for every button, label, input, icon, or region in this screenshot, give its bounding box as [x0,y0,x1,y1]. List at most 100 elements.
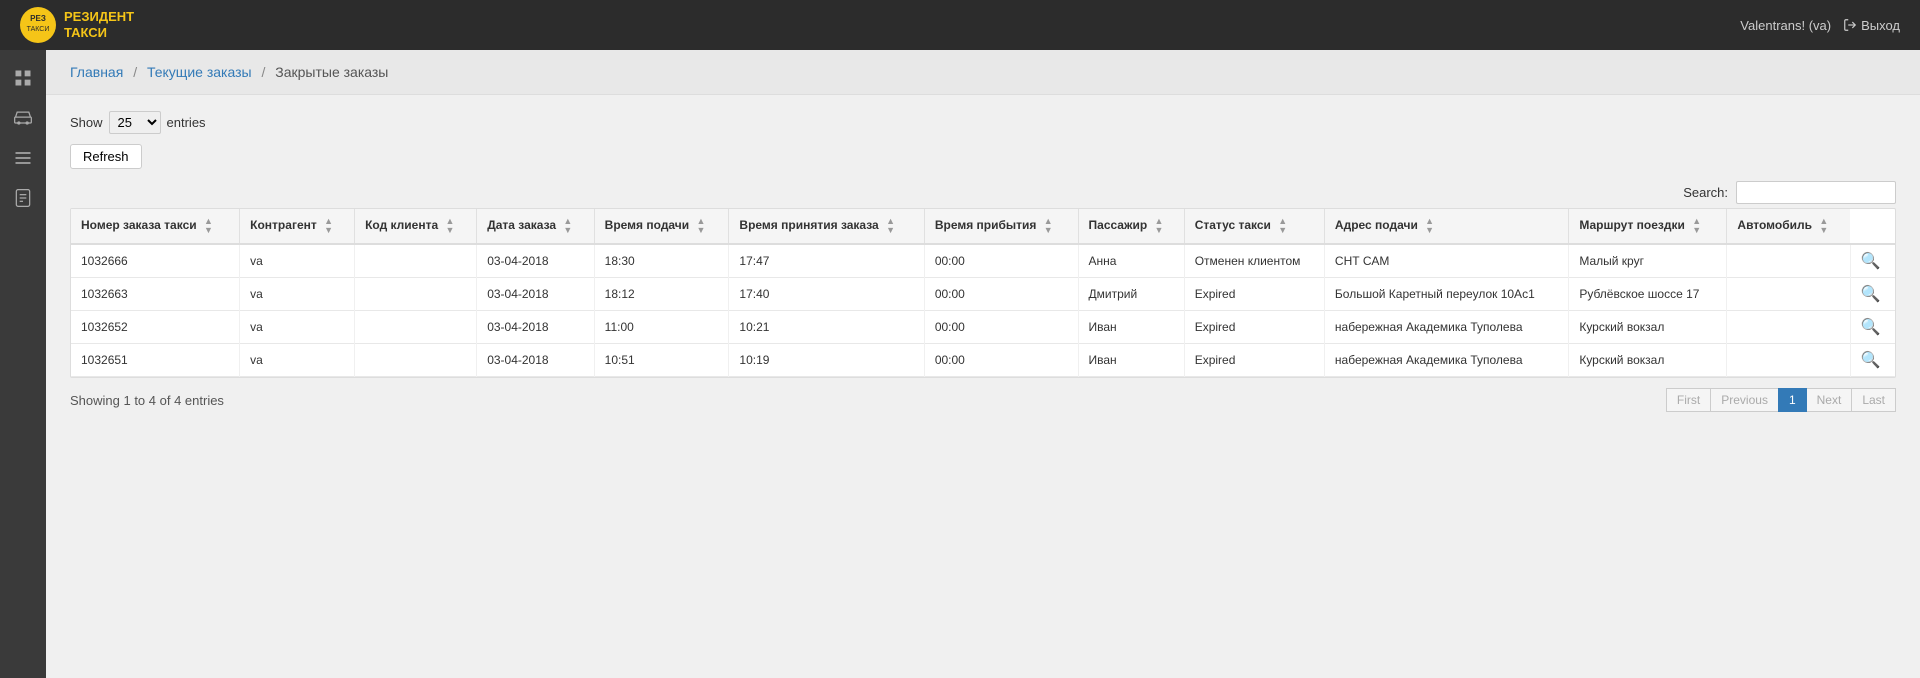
cell-contractor: va [240,311,355,344]
logo-text: РЕЗИДЕНТ ТАКСИ [64,9,134,40]
col-supply-time[interactable]: Время подачи ▲▼ [594,209,729,244]
cell-zoom[interactable]: 🔍 [1850,278,1895,311]
cell-taxi_status: Expired [1184,311,1324,344]
cell-supply_time: 18:12 [594,278,729,311]
cell-contractor: va [240,344,355,377]
cell-arrival_time: 00:00 [924,311,1078,344]
col-passenger[interactable]: Пассажир ▲▼ [1078,209,1184,244]
zoom-icon[interactable]: 🔍 [1861,352,1881,369]
zoom-icon[interactable]: 🔍 [1861,286,1881,303]
col-order-num[interactable]: Номер заказа такси ▲▼ [71,209,240,244]
col-car[interactable]: Автомобиль ▲▼ [1727,209,1850,244]
zoom-icon[interactable]: 🔍 [1861,253,1881,270]
entries-label: entries [167,115,206,130]
entries-select[interactable]: 25 10 50 100 [109,111,161,134]
username: Valentrans! (va) [1740,18,1831,33]
cell-route: Курский вокзал [1569,311,1727,344]
pagination-previous[interactable]: Previous [1710,388,1779,412]
cell-zoom[interactable]: 🔍 [1850,311,1895,344]
sort-arrows-order-num: ▲▼ [204,217,213,235]
cell-order_date: 03-04-2018 [477,344,594,377]
breadcrumb-current-orders[interactable]: Текущие заказы [147,64,252,80]
breadcrumb: Главная / Текущие заказы / Закрытые зака… [70,64,1896,80]
table-row: 1032651va03-04-201810:5110:1900:00ИванEx… [71,344,1895,377]
sidebar-item-orders[interactable] [5,140,41,176]
sidebar-item-reports[interactable] [5,180,41,216]
sort-arrows-contractor: ▲▼ [324,217,333,235]
logout-button[interactable]: Выход [1843,18,1900,33]
cell-accept_time: 10:21 [729,311,924,344]
breadcrumb-home[interactable]: Главная [70,64,123,80]
cell-zoom[interactable]: 🔍 [1850,244,1895,278]
logo: РЕЗ ТАКСИ РЕЗИДЕНТ ТАКСИ [20,7,134,43]
sort-arrows-order-date: ▲▼ [563,217,572,235]
table-row: 1032663va03-04-201818:1217:4000:00Дмитри… [71,278,1895,311]
sort-arrows-accept-time: ▲▼ [886,217,895,235]
col-pickup-address[interactable]: Адрес подачи ▲▼ [1324,209,1568,244]
cell-zoom[interactable]: 🔍 [1850,344,1895,377]
cell-pickup_address: набережная Академика Туполева [1324,344,1568,377]
breadcrumb-sep1: / [133,64,137,80]
breadcrumb-sep2: / [261,64,265,80]
sort-arrows-supply-time: ▲▼ [697,217,706,235]
logout-icon [1843,18,1857,32]
cell-accept_time: 17:40 [729,278,924,311]
logo-icon: РЕЗ ТАКСИ [20,7,56,43]
content-area: Show 25 10 50 100 entries Refresh Search… [46,95,1920,438]
cell-order_num: 1032652 [71,311,240,344]
car-icon [13,108,33,128]
cell-order_num: 1032663 [71,278,240,311]
grid-icon [13,68,33,88]
cell-passenger: Иван [1078,311,1184,344]
search-input[interactable] [1736,181,1896,204]
cell-order_num: 1032666 [71,244,240,278]
cell-car [1727,278,1850,311]
cell-taxi_status: Expired [1184,344,1324,377]
cell-client_code [355,244,477,278]
col-order-date[interactable]: Дата заказа ▲▼ [477,209,594,244]
sort-arrows-pickup-address: ▲▼ [1425,217,1434,235]
cell-client_code [355,311,477,344]
show-label: Show [70,115,103,130]
zoom-icon[interactable]: 🔍 [1861,319,1881,336]
table-body: 1032666va03-04-201818:3017:4700:00АннаОт… [71,244,1895,377]
header: РЕЗ ТАКСИ РЕЗИДЕНТ ТАКСИ Valentrans! (va… [0,0,1920,50]
cell-arrival_time: 00:00 [924,278,1078,311]
cell-car [1727,311,1850,344]
cell-order_date: 03-04-2018 [477,244,594,278]
col-arrival-time[interactable]: Время прибытия ▲▼ [924,209,1078,244]
header-right: Valentrans! (va) Выход [1740,18,1900,33]
svg-text:ТАКСИ: ТАКСИ [27,26,50,33]
sort-arrows-car: ▲▼ [1819,217,1828,235]
cell-arrival_time: 00:00 [924,344,1078,377]
col-client-code[interactable]: Код клиента ▲▼ [355,209,477,244]
refresh-button[interactable]: Refresh [70,144,142,169]
col-taxi-status[interactable]: Статус такси ▲▼ [1184,209,1324,244]
report-icon [13,188,33,208]
pagination: First Previous 1 Next Last [1667,388,1896,412]
table-footer: Showing 1 to 4 of 4 entries First Previo… [70,378,1896,422]
col-route[interactable]: Маршрут поездки ▲▼ [1569,209,1727,244]
pagination-last[interactable]: Last [1851,388,1896,412]
pagination-next[interactable]: Next [1806,388,1853,412]
logo-line1: РЕЗИДЕНТ [64,9,134,25]
search-label: Search: [1683,185,1728,200]
layout: Главная / Текущие заказы / Закрытые зака… [0,50,1920,678]
col-contractor[interactable]: Контрагент ▲▼ [240,209,355,244]
cell-taxi_status: Отменен клиентом [1184,244,1324,278]
sidebar-item-cars[interactable] [5,100,41,136]
cell-supply_time: 11:00 [594,311,729,344]
orders-table: Номер заказа такси ▲▼ Контрагент ▲▼ Код … [71,209,1895,377]
pagination-first[interactable]: First [1666,388,1711,412]
cell-order_date: 03-04-2018 [477,311,594,344]
cell-passenger: Анна [1078,244,1184,278]
pagination-page1[interactable]: 1 [1778,388,1807,412]
cell-arrival_time: 00:00 [924,244,1078,278]
cell-passenger: Дмитрий [1078,278,1184,311]
breadcrumb-bar: Главная / Текущие заказы / Закрытые зака… [46,50,1920,95]
col-accept-time[interactable]: Время принятия заказа ▲▼ [729,209,924,244]
cell-route: Рублёвское шоссе 17 [1569,278,1727,311]
sort-arrows-client-code: ▲▼ [445,217,454,235]
cell-route: Курский вокзал [1569,344,1727,377]
sidebar-item-dashboard[interactable] [5,60,41,96]
